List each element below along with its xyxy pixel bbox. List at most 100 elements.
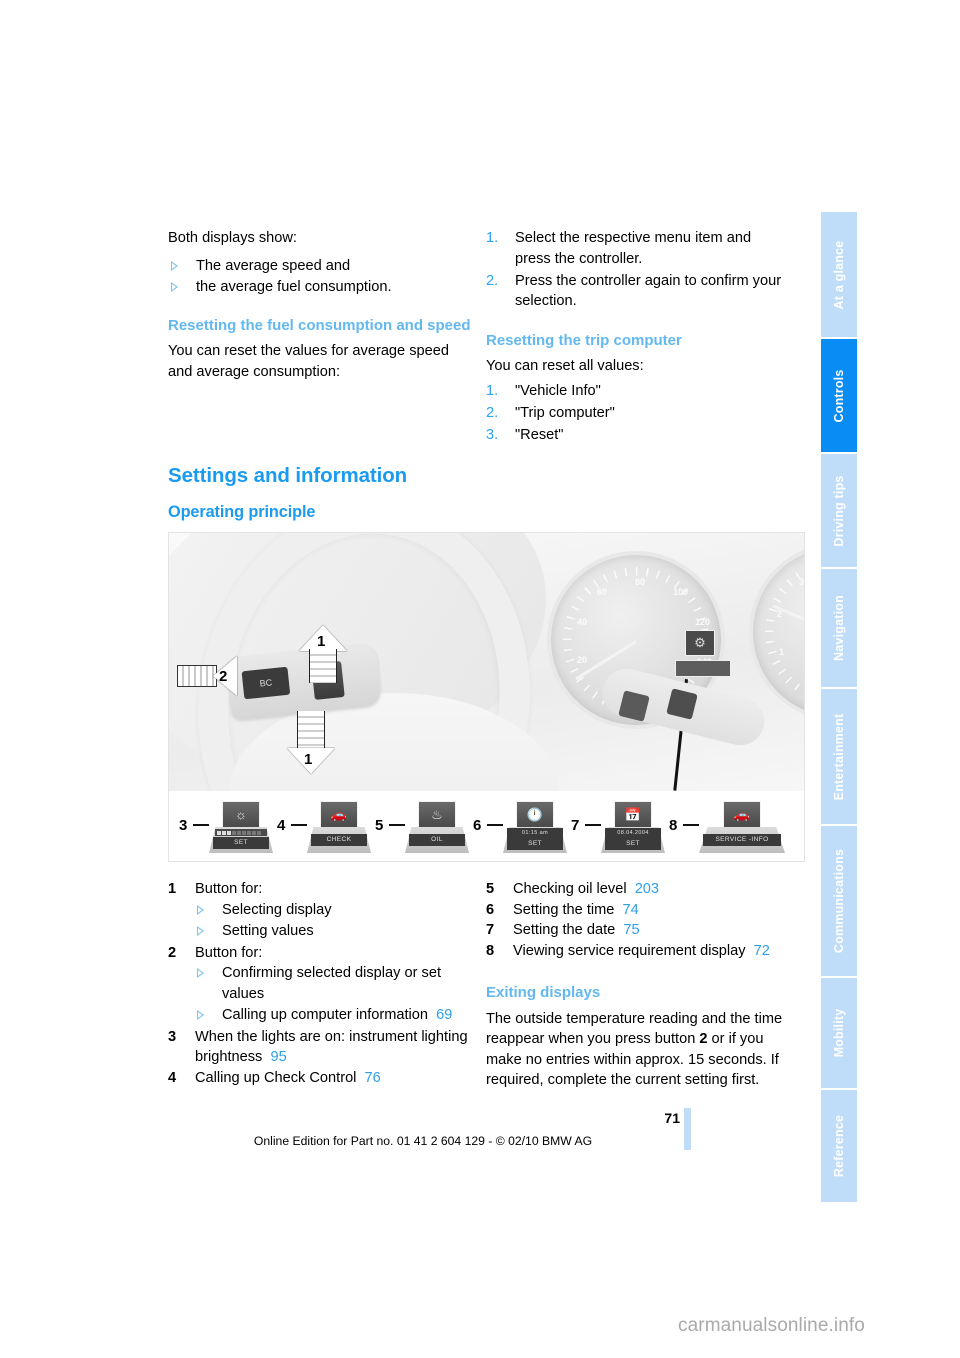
list-item: Calling up computer information 69 [195,1005,471,1026]
icon-label: SET [507,838,563,850]
icon-number: 5 [375,817,384,834]
leader-line [487,824,503,826]
icon-number: 8 [669,817,678,834]
sidebar-tab-entertainment[interactable]: Entertainment [821,689,857,824]
icon-label: SERVICE -INFO [703,834,781,846]
legend-sublist: Confirming selected display or set value… [195,963,471,1026]
legend-number: 2 [168,944,177,961]
icon-value: 08.04.2004 [605,828,661,838]
calendar-icon: 📅 [614,801,652,828]
legend-text: Viewing service requirement display [513,942,746,959]
legend-text: Setting the time [513,901,615,918]
site-watermark: carmanualsonline.info [678,1315,865,1336]
legend-item-8: 8 Viewing service requirement display 72 [486,941,789,962]
icon-value: 01:15 am [507,828,563,838]
sidebar-tab-driving-tips[interactable]: Driving tips [821,454,857,567]
bullet-text: Selecting display [222,901,332,918]
bullet-text: The average speed and [196,257,351,274]
list-item: Confirming selected display or set value… [195,963,471,1004]
legend-number: 4 [168,1069,177,1086]
segment-bar [215,829,267,836]
illustration-photo: 20 40 60 80 100 120 140 160 1 2 3 4 5 6 … [169,533,805,791]
page-ref-link[interactable]: 74 [623,902,639,918]
legend-list-left: 1 Button for: Selecting display Setting … [168,879,471,1088]
legend-number: 3 [168,1028,177,1045]
step-number: 2. [486,272,499,289]
icon-number: 3 [179,817,188,834]
cluster-segment-display [675,660,731,677]
oilcan-icon: ♨ [418,801,456,828]
gauge-number: 1 [779,647,785,657]
section-subtitle: Operating principle [168,503,316,521]
legend-number: 5 [486,881,495,897]
sidebar-tab-at-a-glance[interactable]: At a glance [821,212,857,337]
legend-number: 8 [486,942,495,959]
sidebar-tab-controls[interactable]: Controls [821,339,857,452]
bullet-text: Confirming selected display or set value… [222,965,442,1002]
figure-icon-8: 8 🚗 SERVICE -INFO [669,799,789,855]
legend-item-4: 4 Calling up Check Control 76 [168,1068,471,1089]
triangle-bullet-icon [197,968,204,978]
sidebar-tab-label: Navigation [832,595,846,661]
trip-intro-text: You can reset all values: [486,358,644,374]
callout-1-up-shaft [309,649,337,683]
section-header-block: Settings and information Operating princ… [168,463,668,523]
list-item: 3. "Reset" [486,425,789,446]
page-ref-link[interactable]: 69 [436,1007,452,1023]
both-displays-bullets: The average speed and the average fuel c… [168,256,471,298]
callout-2-label: 2 [219,668,228,685]
triangle-bullet-icon [197,904,204,915]
leader-line [683,824,699,826]
step-number: 2. [486,404,499,421]
triangle-bullet-icon [197,926,204,936]
legend-item-5: 5 Checking oil level 203 [486,879,789,900]
sidebar-tab-label: Communications [832,848,846,954]
list-item: Selecting display [195,900,471,921]
legend-sublist: Selecting display Setting values [195,900,471,942]
sidebar-tab-navigation[interactable]: Navigation [821,569,857,687]
step-text: Select the respective menu item and pres… [515,230,752,267]
legend-number: 6 [486,901,495,918]
gauge-number: 3 [799,577,805,587]
gauge-number: 100 [673,587,689,597]
figure-icon-5: 5 ♨ OIL [375,799,470,855]
leader-line [193,824,209,826]
bc-button[interactable]: BC [241,666,291,700]
sidebar-tab-communications[interactable]: Communications [821,826,857,976]
figure-icon-4: 4 🚗 CHECK [277,799,372,855]
legend-item-2: 2 Button for: Confirming selected displa… [168,943,471,1026]
figure-icon-6: 6 🕛 01:15 am SET [473,799,568,855]
page-ref-link[interactable]: 203 [635,881,659,897]
bullet-text: Calling up computer information [222,1007,429,1023]
icon-number: 7 [571,817,580,834]
icon-label: SET [213,837,269,849]
page-number: 71 [664,1110,680,1126]
step-number: 3. [486,426,499,443]
page-ref-link[interactable]: 72 [754,943,770,959]
sidebar-tab-mobility[interactable]: Mobility [821,978,857,1088]
sidebar-tab-label: Controls [832,369,846,422]
sidebar-tab-label: Driving tips [832,474,846,547]
sidebar-tab-reference[interactable]: Reference [821,1090,857,1202]
callout-1-label-top: 1 [317,633,326,650]
sidebar-tab-label: Reference [832,1114,846,1178]
page-ref-link[interactable]: 75 [623,922,639,938]
dashboard-illustration: 20 40 60 80 100 120 140 160 1 2 3 4 5 6 … [168,532,805,862]
legend-list-right: 5 Checking oil level 203 6 Setting the t… [486,879,789,961]
step-number: 1. [486,230,499,246]
car-icon: 🚗 [723,801,761,828]
legend-text: Calling up Check Control [195,1069,357,1086]
legend-text: Setting the date [513,922,616,938]
gauge-number: 120 [695,617,711,627]
legend-item-1: 1 Button for: Selecting display Setting … [168,879,471,942]
list-item: Setting values [195,921,471,942]
triangle-bullet-icon [197,1010,204,1020]
page-ref-link[interactable]: 76 [365,1070,381,1086]
footer-accent-bar [684,1108,691,1150]
leader-line [585,824,601,826]
triangle-bullet-icon [171,260,178,271]
step-number: 1. [486,382,499,399]
list-item: 1. Select the respective menu item and pr… [486,228,789,269]
page-ref-link[interactable]: 95 [270,1049,286,1065]
sidebar-tab-label: At a glance [832,240,846,309]
